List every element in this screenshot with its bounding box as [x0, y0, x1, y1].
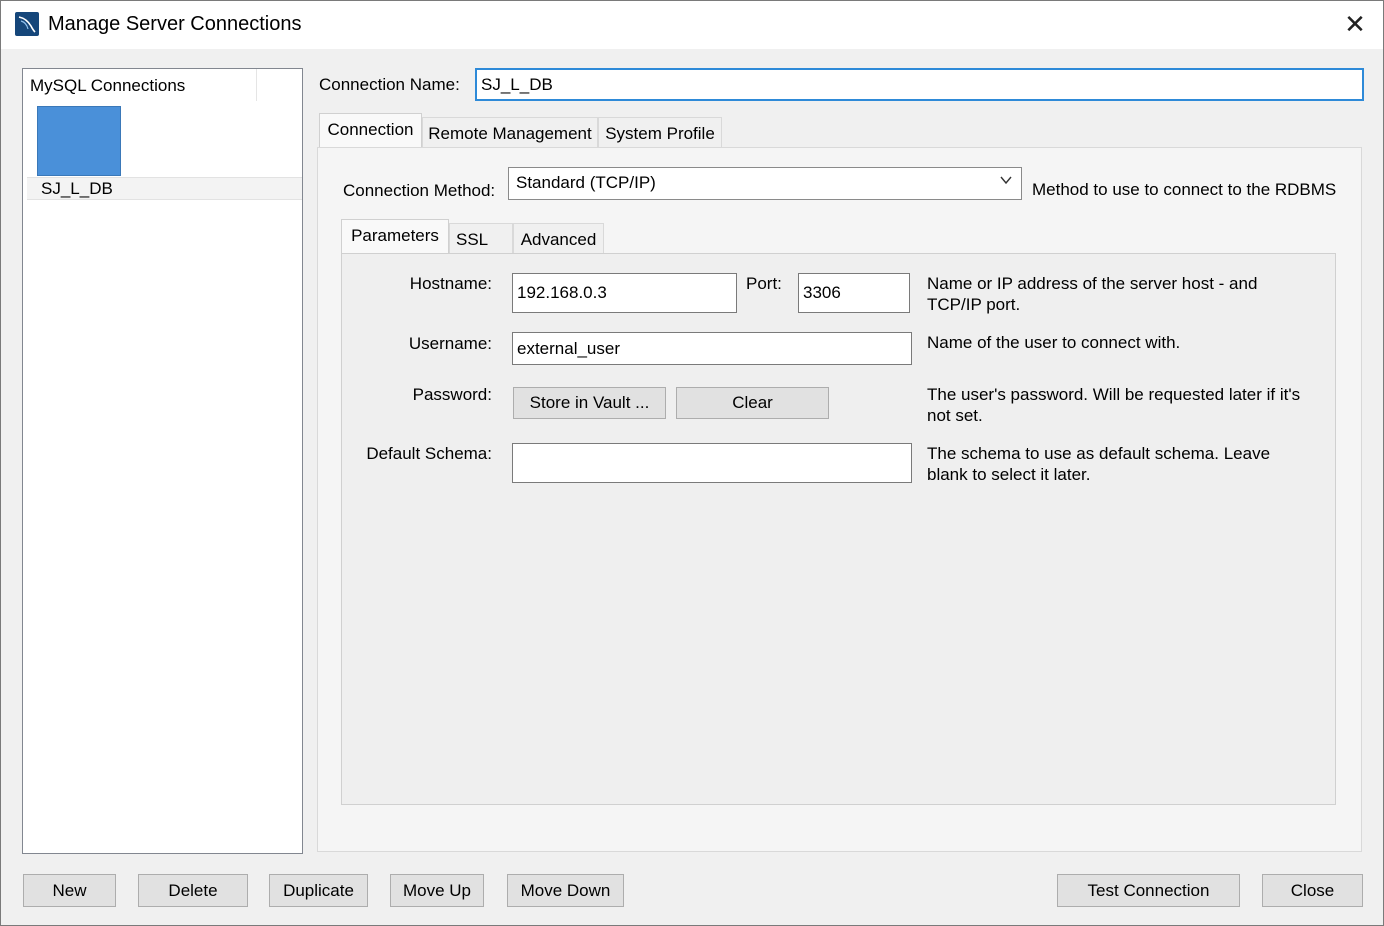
port-input[interactable]: [798, 273, 910, 313]
default-schema-help-line-1: The schema to use as default schema. Lea…: [927, 444, 1271, 463]
default-schema-help-line-2: blank to select it later.: [927, 465, 1091, 484]
hostname-help: Name or IP address of the server host - …: [927, 273, 1257, 315]
test-connection-button[interactable]: Test Connection: [1057, 874, 1240, 907]
list-header-label: MySQL Connections: [30, 76, 186, 95]
tab-system-profile[interactable]: System Profile: [598, 117, 722, 149]
list-header: MySQL Connections: [23, 69, 257, 101]
connection-method-label: Connection Method:: [343, 181, 496, 200]
delete-button[interactable]: Delete: [138, 874, 248, 907]
connection-method-value: Standard (TCP/IP): [516, 173, 656, 192]
password-help-line-2: not set.: [927, 406, 983, 425]
hostname-label: Hostname:: [409, 274, 492, 293]
username-help: Name of the user to connect with.: [927, 333, 1181, 352]
title-bar: Manage Server Connections ✕: [1, 1, 1383, 49]
connections-list[interactable]: MySQL Connections SJ_L_DB: [22, 68, 303, 854]
manage-connections-window: Manage Server Connections ✕ MySQL Connec…: [0, 0, 1384, 926]
password-label: Password:: [412, 385, 492, 404]
connection-method-select[interactable]: Standard (TCP/IP): [508, 167, 1022, 200]
close-button[interactable]: Close: [1262, 874, 1363, 907]
store-in-vault-button[interactable]: Store in Vault ...: [513, 387, 666, 419]
password-help: The user's password. Will be requested l…: [927, 384, 1300, 426]
tab-connection[interactable]: Connection: [319, 113, 422, 149]
tab-parameters[interactable]: Parameters: [341, 219, 449, 255]
username-input[interactable]: [512, 332, 912, 365]
clear-password-button[interactable]: Clear: [676, 387, 829, 419]
connection-name-label: Connection Name:: [319, 75, 460, 94]
default-schema-help: The schema to use as default schema. Lea…: [927, 443, 1270, 485]
connection-method-help: Method to use to connect to the RDBMS: [1032, 180, 1337, 199]
default-schema-input[interactable]: [512, 443, 912, 483]
connection-tile-icon[interactable]: [37, 106, 121, 176]
username-label: Username:: [408, 334, 492, 353]
new-button[interactable]: New: [23, 874, 116, 907]
port-label: Port:: [746, 274, 782, 293]
list-item-label: SJ_L_DB: [41, 179, 113, 198]
hostname-help-line-2: TCP/IP port.: [927, 295, 1021, 314]
default-schema-label: Default Schema:: [366, 444, 492, 463]
window-title: Manage Server Connections: [48, 13, 302, 35]
chevron-down-icon: [1000, 176, 1012, 185]
tab-advanced[interactable]: Advanced: [513, 223, 604, 255]
close-icon[interactable]: ✕: [1341, 10, 1369, 38]
tab-remote-management[interactable]: Remote Management: [422, 117, 598, 149]
move-down-button[interactable]: Move Down: [507, 874, 624, 907]
duplicate-button[interactable]: Duplicate: [269, 874, 368, 907]
tab-ssl[interactable]: SSL: [449, 223, 513, 255]
connection-name-input[interactable]: [475, 68, 1364, 101]
hostname-input[interactable]: [512, 273, 737, 313]
password-help-line-1: The user's password. Will be requested l…: [927, 385, 1301, 404]
move-up-button[interactable]: Move Up: [390, 874, 484, 907]
list-item[interactable]: SJ_L_DB: [27, 177, 302, 200]
mysql-workbench-icon: [15, 12, 39, 36]
hostname-help-line-1: Name or IP address of the server host - …: [927, 274, 1258, 293]
